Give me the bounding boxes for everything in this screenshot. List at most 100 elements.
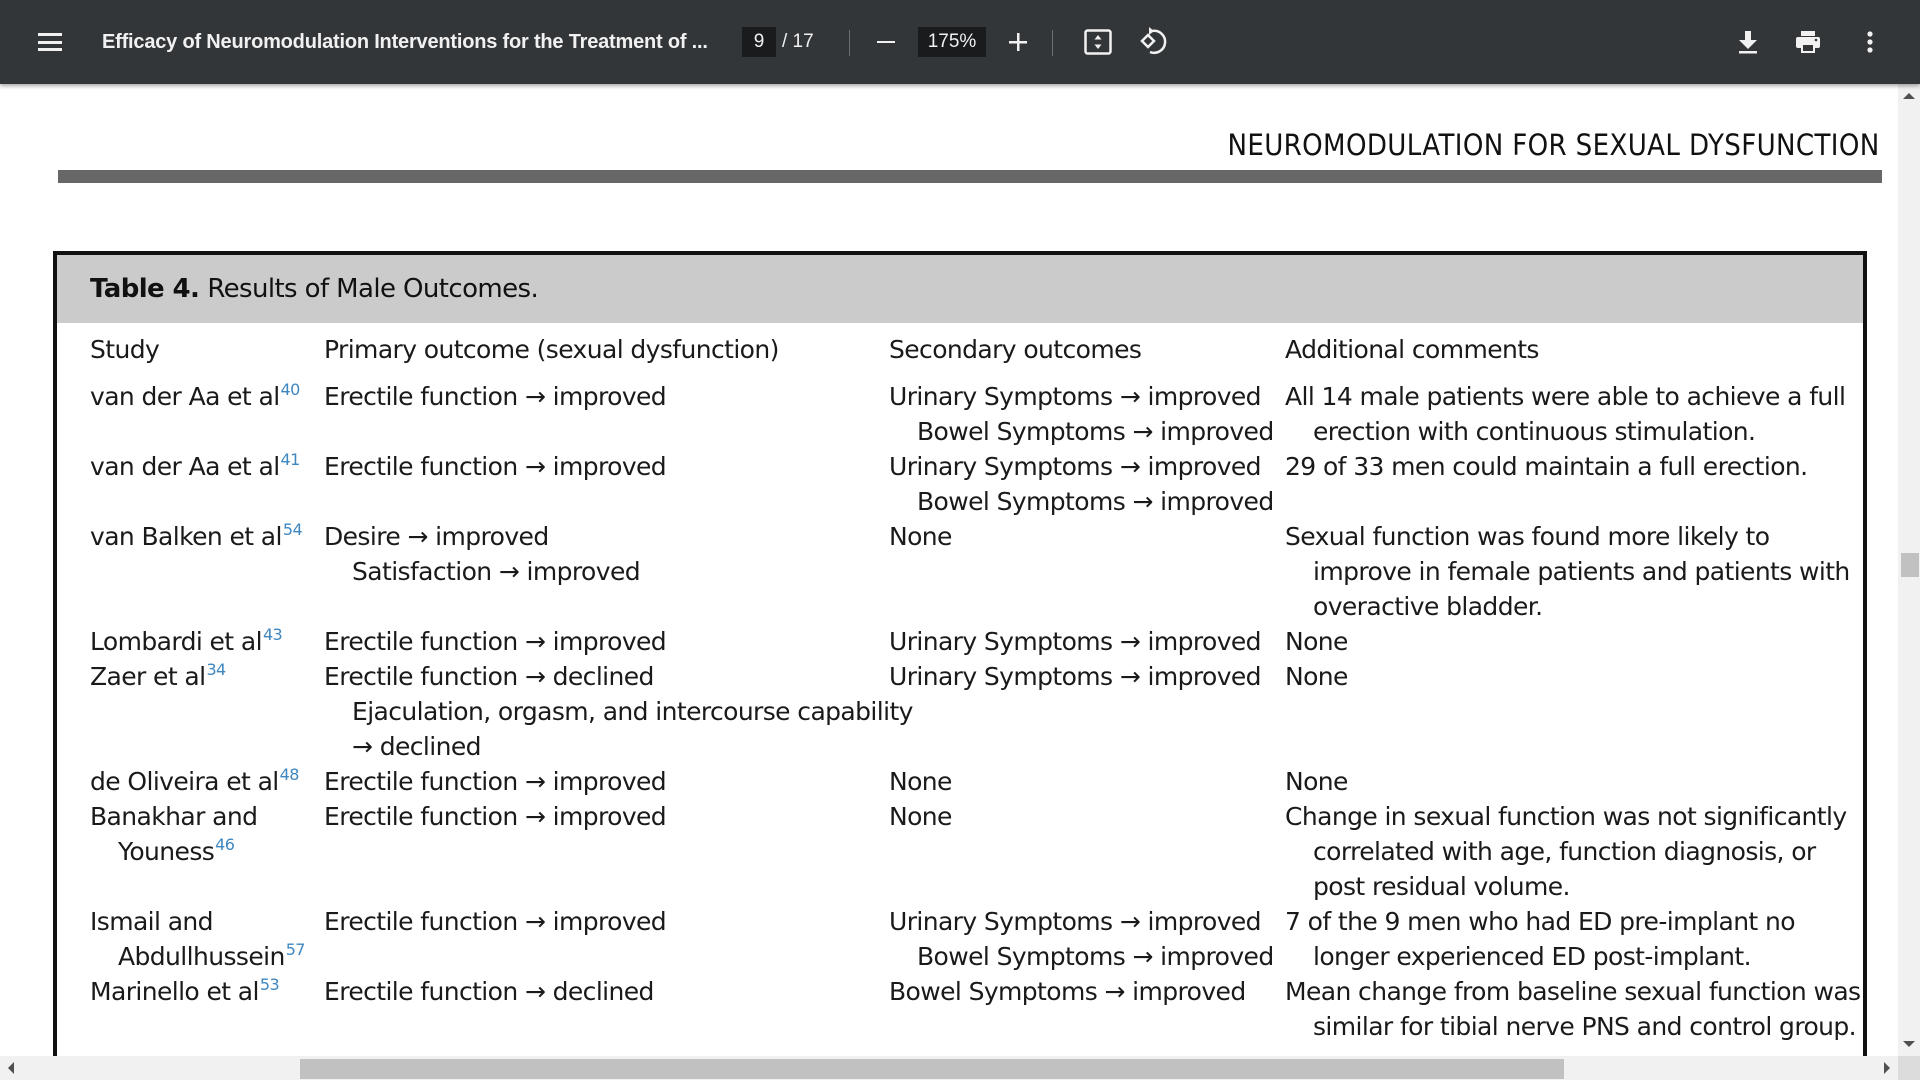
cell-primary-outcome: Erectile function → improved	[324, 379, 889, 449]
cell-additional-comments: 7 of the 9 men who had ED pre-implant no…	[1285, 904, 1850, 974]
cell-text: erection with continuous stimulation.	[1313, 417, 1756, 446]
cell-primary-outcome: Desire → improved Satisfaction → improved	[324, 519, 889, 624]
minus-icon	[877, 40, 895, 44]
cell-primary-outcome: Erectile function → declined Ejaculation,…	[324, 659, 913, 764]
cell-text: Abdullhussein	[118, 942, 285, 971]
rotate-button[interactable]	[1134, 22, 1170, 60]
cell-text: Youness	[118, 837, 215, 866]
cell-text: longer experienced ED post-implant.	[1313, 942, 1752, 971]
cell-text: similar for tibial nerve PNS and control…	[1313, 1012, 1857, 1041]
table-caption-text: Results of Male Outcomes.	[207, 274, 539, 304]
cell-study: van Balken et al54	[90, 519, 324, 624]
scroll-up-arrow-icon[interactable]	[1903, 93, 1915, 99]
cell-study: Banakhar and Youness46	[90, 799, 324, 904]
table-row: Zaer et al34 Erectile function → declined…	[90, 659, 1850, 764]
table-row: van Balken et al54 Desire → improved Satis…	[90, 519, 1850, 624]
cell-text: Erectile function → declined	[324, 662, 654, 691]
cell-study: Zaer et al34	[90, 659, 324, 764]
column-header-primary-outcome: Primary outcome (sexual dysfunction)	[324, 335, 779, 364]
cell-text: Erectile function → declined	[324, 977, 654, 1006]
horizontal-scrollbar[interactable]	[0, 1056, 1898, 1080]
cell-text: Urinary Symptoms → improved	[889, 662, 1262, 691]
cell-secondary-outcomes: None	[889, 799, 1285, 904]
cell-text: None	[1285, 767, 1348, 796]
cell-line: Marinello et al53	[90, 974, 324, 1009]
cell-text: Erectile function → improved	[324, 627, 667, 656]
cell-text: Bowel Symptoms → improved	[917, 942, 1274, 971]
cell-line: Desire → improved	[324, 519, 889, 554]
column-header-secondary-outcomes: Secondary outcomes	[889, 335, 1142, 364]
results-table: Table 4. Results of Male Outcomes. Study…	[53, 251, 1867, 1056]
reference-link[interactable]: 43	[263, 625, 283, 644]
zoom-in-button[interactable]	[1000, 24, 1036, 60]
cell-line: van Balken et al54	[90, 519, 324, 554]
cell-text: van Balken et al	[90, 522, 282, 551]
table-row: van der Aa et al41 Erectile function → im…	[90, 449, 1850, 519]
cell-text: Urinary Symptoms → improved	[889, 627, 1262, 656]
cell-line: Erectile function → improved	[324, 379, 889, 414]
reference-link[interactable]: 41	[281, 450, 301, 469]
cell-secondary-outcomes: Bowel Symptoms → improved	[889, 974, 1285, 1044]
cell-line: Ismail and	[90, 904, 324, 939]
running-head: NEUROMODULATION FOR SEXUAL DYSFUNCTION	[1227, 128, 1880, 162]
cell-line: Erectile function → improved	[324, 624, 889, 659]
cell-text: Bowel Symptoms → improved	[889, 977, 1246, 1006]
header-rule	[58, 170, 1882, 183]
cell-secondary-outcomes: None	[889, 764, 1285, 799]
fit-to-page-button[interactable]	[1080, 24, 1116, 60]
cell-text: Urinary Symptoms → improved	[889, 382, 1262, 411]
download-button[interactable]	[1730, 24, 1766, 60]
pdf-toolbar: Efficacy of Neuromodulation Intervention…	[0, 0, 1920, 84]
cell-line: Urinary Symptoms → improved	[889, 659, 1285, 694]
page-number-input[interactable]: 9	[742, 27, 776, 57]
vertical-scroll-thumb[interactable]	[1901, 553, 1919, 577]
cell-line: longer experienced ED post-implant.	[1285, 939, 1850, 974]
cell-text: 29 of 33 men could maintain a full erect…	[1285, 452, 1808, 481]
reference-link[interactable]: 54	[283, 520, 303, 539]
cell-text: Bowel Symptoms → improved	[917, 417, 1274, 446]
reference-link[interactable]: 46	[215, 835, 235, 854]
zoom-level-input[interactable]: 175%	[918, 27, 986, 57]
scroll-right-arrow-icon[interactable]	[1884, 1062, 1890, 1074]
cell-text: Banakhar and	[90, 802, 258, 831]
cell-line: Urinary Symptoms → improved	[889, 624, 1285, 659]
table-caption: Table 4. Results of Male Outcomes.	[57, 255, 1863, 323]
pdf-page-viewport: NEUROMODULATION FOR SEXUAL DYSFUNCTION T…	[0, 84, 1898, 1056]
cell-text: Urinary Symptoms → improved	[889, 907, 1262, 936]
cell-secondary-outcomes: Urinary Symptoms → improved Bowel Symptom…	[889, 449, 1285, 519]
cell-line: Change in sexual function was not signif…	[1285, 799, 1850, 834]
cell-line: None	[889, 519, 1285, 554]
cell-secondary-outcomes: Urinary Symptoms → improved Bowel Symptom…	[889, 379, 1285, 449]
horizontal-scroll-thumb[interactable]	[300, 1059, 1564, 1079]
table-row: Lombardi et al43 Erectile function → impr…	[90, 624, 1850, 659]
cell-additional-comments: Sexual function was found more likely to…	[1285, 519, 1850, 624]
scroll-left-arrow-icon[interactable]	[8, 1062, 14, 1074]
cell-text: van der Aa et al	[90, 382, 280, 411]
cell-primary-outcome: Erectile function → declined	[324, 974, 889, 1044]
cell-text: Erectile function → improved	[324, 452, 667, 481]
cell-study: van der Aa et al41	[90, 449, 324, 519]
scroll-down-arrow-icon[interactable]	[1903, 1041, 1915, 1047]
table-row: de Oliveira et al48 Erectile function → i…	[90, 764, 1850, 799]
reference-link[interactable]: 57	[286, 940, 306, 959]
cell-line: Erectile function → declined	[324, 974, 889, 1009]
reference-link[interactable]: 48	[280, 765, 300, 784]
reference-link[interactable]: 34	[206, 660, 226, 679]
cell-line: post residual volume.	[1285, 869, 1850, 904]
toolbar-divider	[849, 30, 850, 56]
menu-button[interactable]	[30, 22, 70, 62]
cell-study: Lombardi et al43	[90, 624, 324, 659]
cell-text: None	[889, 802, 952, 831]
cell-additional-comments: Change in sexual function was not signif…	[1285, 799, 1850, 904]
print-button[interactable]	[1790, 24, 1826, 60]
cell-primary-outcome: Erectile function → improved	[324, 449, 889, 519]
column-header-study: Study	[90, 335, 160, 364]
vertical-scrollbar[interactable]	[1898, 84, 1920, 1056]
zoom-out-button[interactable]	[868, 24, 904, 60]
reference-link[interactable]: 40	[281, 380, 301, 399]
cell-line: None	[889, 764, 1285, 799]
cell-line: Satisfaction → improved	[324, 554, 889, 589]
reference-link[interactable]: 53	[260, 975, 280, 994]
more-actions-button[interactable]	[1852, 24, 1888, 60]
cell-study: de Oliveira et al48	[90, 764, 324, 799]
